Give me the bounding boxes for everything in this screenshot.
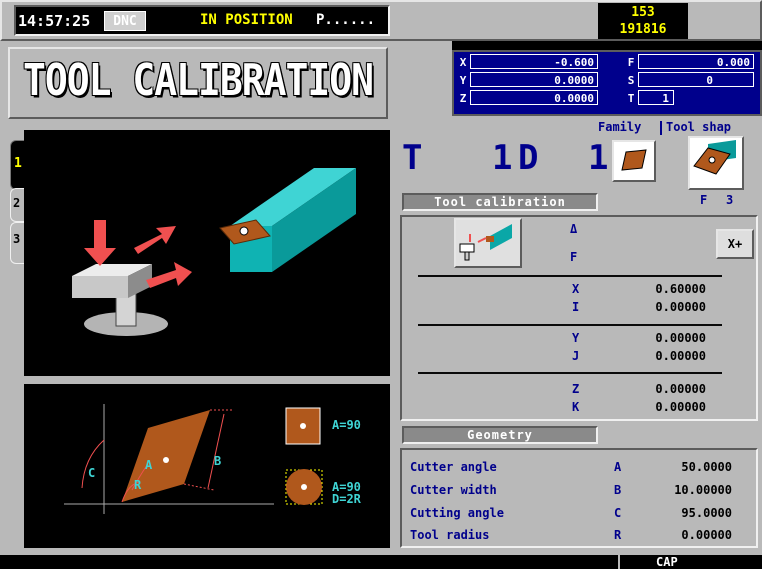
pos-axis-value: 0.0000 [470,90,598,105]
side-tab-1-label: 1 [14,156,22,171]
calib-label-i: I [572,300,580,314]
diagram-letter-b: B [214,454,222,468]
geom-value-r: 0.00000 [681,528,732,542]
f-label: F [570,250,578,264]
calibrate-probe-button[interactable] [454,218,522,268]
pos-axis-value: 0.0000 [470,72,598,87]
calib-label-j: J [572,349,580,363]
pos-row-f: F 0.000 [624,54,758,71]
calibration-header: Tool calibration [402,193,598,211]
geometry-diagram [24,384,390,548]
family-button[interactable] [612,140,656,182]
geom-name-cutter-width: Cutter width [410,483,497,497]
probe-illustration [72,168,356,336]
bottom-bar [0,555,762,569]
tool-t-label: T [402,138,423,178]
program-name: P...... [316,12,376,28]
separator-3 [418,372,722,374]
direction-button[interactable]: X+ [716,229,754,259]
probe-tool-icon [459,224,512,261]
pos-row-t: T 1 [624,90,758,107]
geom-name-cutter-angle: Cutter angle [410,460,497,474]
calib-value-k: 0.00000 [655,400,706,414]
geom-value-b: 10.00000 [674,483,732,497]
d-number: 1 [588,138,609,178]
pos-axis-label: X [459,56,467,69]
calib-value-i: 0.00000 [655,300,706,314]
pos-axis-label: Y [459,74,467,87]
status-time: 14:57:25 [18,12,91,30]
pos-axis-value: 0 [638,72,754,87]
geom-value-a: 50.0000 [681,460,732,474]
status-text: IN POSITION [200,12,293,28]
mode-badge: DNC [104,11,146,31]
calib-label-k: K [572,400,580,414]
counter-top: 153 [631,5,655,20]
calib-value-j: 0.00000 [655,349,706,363]
family-label: Family [598,120,642,134]
pos-axis-label: S [627,74,635,87]
counter-bottom: 191816 [619,22,667,37]
position-panel-bg [400,41,452,125]
geom-name-tool-radius: Tool radius [410,528,490,542]
pos-axis-value: 1 [638,90,674,105]
calibration-illustration [24,130,390,376]
diagram-letter-r: R [134,478,142,492]
insert-icon [621,149,647,171]
tool-number: 1 [492,138,513,178]
pos-axis-label: Z [459,92,467,105]
pos-axis-value: 0.000 [638,54,754,69]
geom-code-b: B [614,483,622,497]
delta-label: Δ [570,222,578,236]
geometry-header: Geometry [402,426,598,444]
shape-number: 3 [726,193,734,207]
geom-value-c: 95.0000 [681,506,732,520]
square-insert-label: A=90 [332,418,361,432]
calib-value-x: 0.60000 [655,282,706,296]
separator-1 [418,275,722,277]
calib-value-y: 0.00000 [655,331,706,345]
calib-value-z: 0.00000 [655,382,706,396]
pos-axis-label: F [627,56,635,69]
pos-axis-value: -0.600 [470,54,598,69]
side-tab-3-label: 3 [13,232,21,246]
pos-row-z: Z 0.0000 [456,90,606,107]
caps-indicator: CAP [656,555,678,569]
diagram-letter-a: A [145,458,153,472]
tool-shape-icon [693,140,736,175]
round-insert-label-2: D=2R [332,492,361,506]
calib-label-z: Z [572,382,580,396]
separator-2 [418,324,722,326]
pos-row-s: S 0 [624,72,758,89]
tool-shape-button[interactable] [688,136,744,190]
geom-code-c: C [614,506,622,520]
page-title: TOOL CALIBRATION [22,54,374,106]
calib-label-y: Y [572,331,580,345]
geom-code-a: A [614,460,622,474]
calib-label-x: X [572,282,580,296]
pos-row-y: Y 0.0000 [456,72,606,89]
side-tab-2-label: 2 [13,196,21,210]
insert-diagram [64,404,323,514]
label-divider [660,121,662,135]
tool-d-label: D [518,138,539,178]
shape-letter: F [700,193,708,207]
bottom-divider [618,555,620,569]
geom-name-cutting-angle: Cutting angle [410,506,504,520]
pos-axis-label: T [627,92,635,105]
tool-shape-label: Tool shap [666,120,732,134]
pos-row-x: X -0.600 [456,54,606,71]
geom-code-r: R [614,528,622,542]
diagram-letter-c: C [88,466,96,480]
